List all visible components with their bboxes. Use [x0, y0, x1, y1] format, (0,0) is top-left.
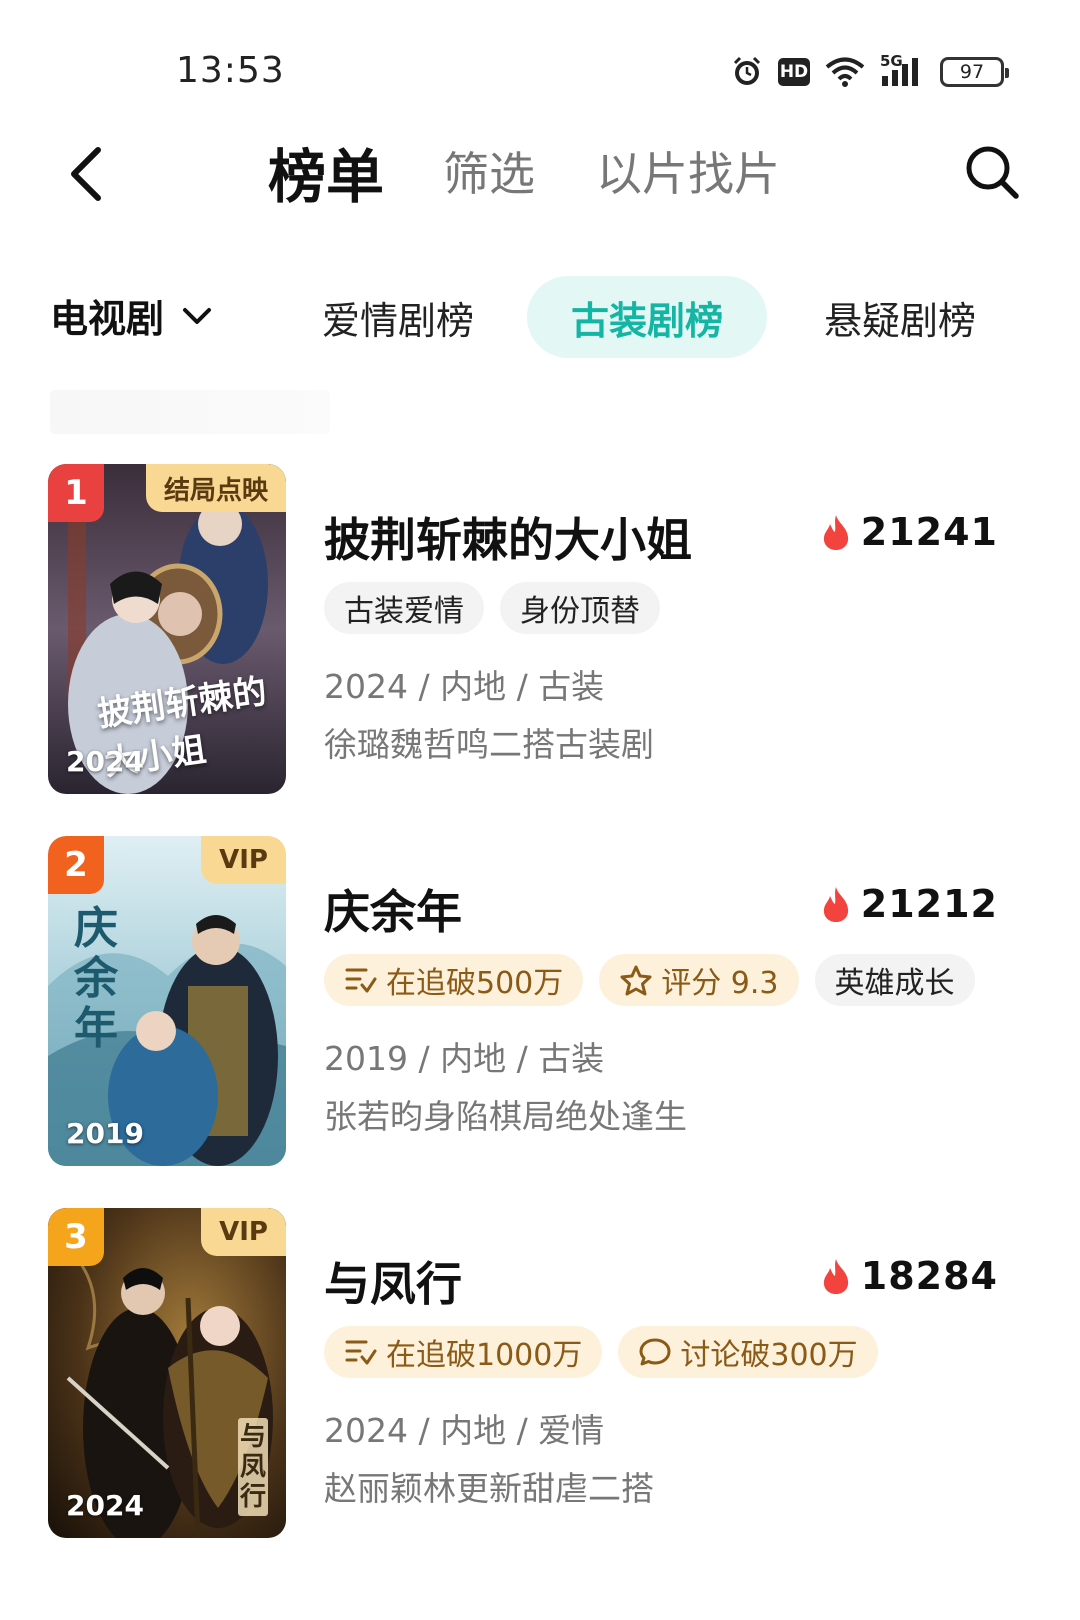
flame-icon	[823, 887, 848, 922]
poster-year: 2024	[66, 745, 144, 778]
tab-filter[interactable]: 筛选	[443, 138, 535, 204]
heat-value: 21241	[860, 510, 998, 554]
heat-value: 18284	[860, 1254, 998, 1298]
heat-value: 21212	[860, 882, 998, 926]
category-dropdown-label: 电视剧	[50, 297, 165, 341]
poster[interactable]: 与凤行 3 VIP 2024	[48, 1208, 286, 1538]
tag[interactable]: 古装爱情	[324, 582, 484, 634]
battery-icon: 97	[940, 57, 1009, 87]
chip-romance-ranking[interactable]: 爱情剧榜	[278, 276, 518, 358]
list-item[interactable]: 庆余年 2 VIP 2019 庆余年 21212 在追破500万 评分 9.3 …	[0, 836, 1080, 1166]
tab-find-by-show[interactable]: 以片找片	[596, 138, 780, 204]
tag-row: 古装爱情 身份顶替	[324, 582, 660, 634]
poster[interactable]: 披荆斩棘的大小姐 1 结局点映 2024	[48, 464, 286, 794]
search-icon	[966, 146, 1019, 199]
corner-tag: VIP	[201, 1208, 286, 1256]
tag[interactable]: 讨论破300万	[618, 1326, 878, 1378]
tag-label: 在追破500万	[386, 966, 564, 1001]
faded-placeholder-bar	[50, 390, 330, 434]
tag[interactable]: 在追破500万	[324, 954, 584, 1006]
list-check-icon	[345, 968, 377, 993]
category-row: 电视剧 爱情剧榜 古装剧榜 悬疑剧榜	[0, 270, 1080, 360]
show-description: 赵丽颖林更新甜虐二搭	[324, 1469, 654, 1508]
poster-year: 2024	[66, 1489, 144, 1522]
rank-badge: 2	[48, 836, 104, 894]
flame-icon	[823, 1259, 848, 1294]
show-description: 徐璐魏哲鸣二搭古装剧	[324, 725, 654, 764]
tag-label: 讨论破300万	[680, 1338, 858, 1373]
tag-row: 在追破1000万 讨论破300万	[324, 1326, 878, 1378]
poster-title-art: 庆余年	[74, 903, 118, 1054]
tag-label: 英雄成长	[834, 966, 955, 1001]
alarm-icon	[730, 55, 764, 89]
tag-label: 身份顶替	[520, 594, 640, 629]
tag[interactable]: 评分 9.3	[599, 954, 799, 1006]
corner-tag: VIP	[201, 836, 286, 884]
tag-row: 在追破500万 评分 9.3 英雄成长	[324, 954, 975, 1006]
heat-score: 18284	[821, 1254, 998, 1298]
poster-year: 2019	[66, 1117, 144, 1150]
category-dropdown[interactable]: 电视剧	[50, 288, 212, 343]
show-meta: 2019 / 内地 / 古装	[324, 1039, 605, 1078]
heat-score: 21212	[821, 882, 998, 926]
tag[interactable]: 英雄成长	[814, 954, 975, 1006]
hd-icon: HD	[778, 58, 810, 86]
network-label: 5G	[880, 52, 903, 70]
poster[interactable]: 庆余年 2 VIP 2019	[48, 836, 286, 1166]
tag-label: 古装爱情	[344, 594, 464, 629]
flame-icon	[823, 515, 848, 550]
status-bar: 13:53 HD 5G 97	[0, 0, 1080, 120]
corner-tag: 结局点映	[145, 464, 286, 512]
chevron-left-icon	[71, 147, 101, 201]
signal-5g-icon: 5G	[880, 52, 926, 88]
battery-level: 97	[959, 61, 985, 83]
chevron-down-icon	[183, 307, 212, 324]
star-icon	[620, 965, 652, 996]
tag[interactable]: 在追破1000万	[324, 1326, 603, 1378]
show-title[interactable]: 与凤行	[324, 1248, 462, 1314]
poster-title-art: 与凤行	[238, 1418, 268, 1516]
chip-mystery-ranking[interactable]: 悬疑剧榜	[780, 276, 1020, 358]
wifi-icon	[824, 56, 866, 88]
back-button[interactable]	[62, 144, 112, 204]
status-icons: HD 5G 97	[730, 52, 1009, 90]
list-item[interactable]: 披荆斩棘的大小姐 1 结局点映 2024 披荆斩棘的大小姐 21241 古装爱情…	[0, 464, 1080, 794]
chip-costume-ranking[interactable]: 古装剧榜	[527, 276, 768, 358]
top-navigation: 榜单 筛选 以片找片	[0, 120, 1080, 230]
tag-label: 评分 9.3	[661, 966, 779, 1001]
search-button[interactable]	[962, 142, 1022, 202]
show-meta: 2024 / 内地 / 古装	[324, 667, 605, 706]
list-check-icon	[345, 1340, 377, 1365]
status-time: 13:53	[176, 50, 285, 91]
heat-score: 21241	[821, 510, 998, 554]
show-title[interactable]: 披荆斩棘的大小姐	[324, 504, 692, 570]
rank-badge: 1	[48, 464, 104, 522]
show-title[interactable]: 庆余年	[324, 876, 462, 942]
tag[interactable]: 身份顶替	[500, 582, 660, 634]
show-description: 张若昀身陷棋局绝处逢生	[324, 1097, 687, 1136]
tag-label: 在追破1000万	[386, 1338, 583, 1373]
tab-ranking[interactable]: 榜单	[268, 130, 384, 214]
rank-badge: 3	[48, 1208, 104, 1266]
comment-icon	[639, 1338, 671, 1366]
show-meta: 2024 / 内地 / 爱情	[324, 1411, 605, 1450]
list-item[interactable]: 与凤行 3 VIP 2024 与凤行 18284 在追破1000万 讨论破300…	[0, 1208, 1080, 1538]
